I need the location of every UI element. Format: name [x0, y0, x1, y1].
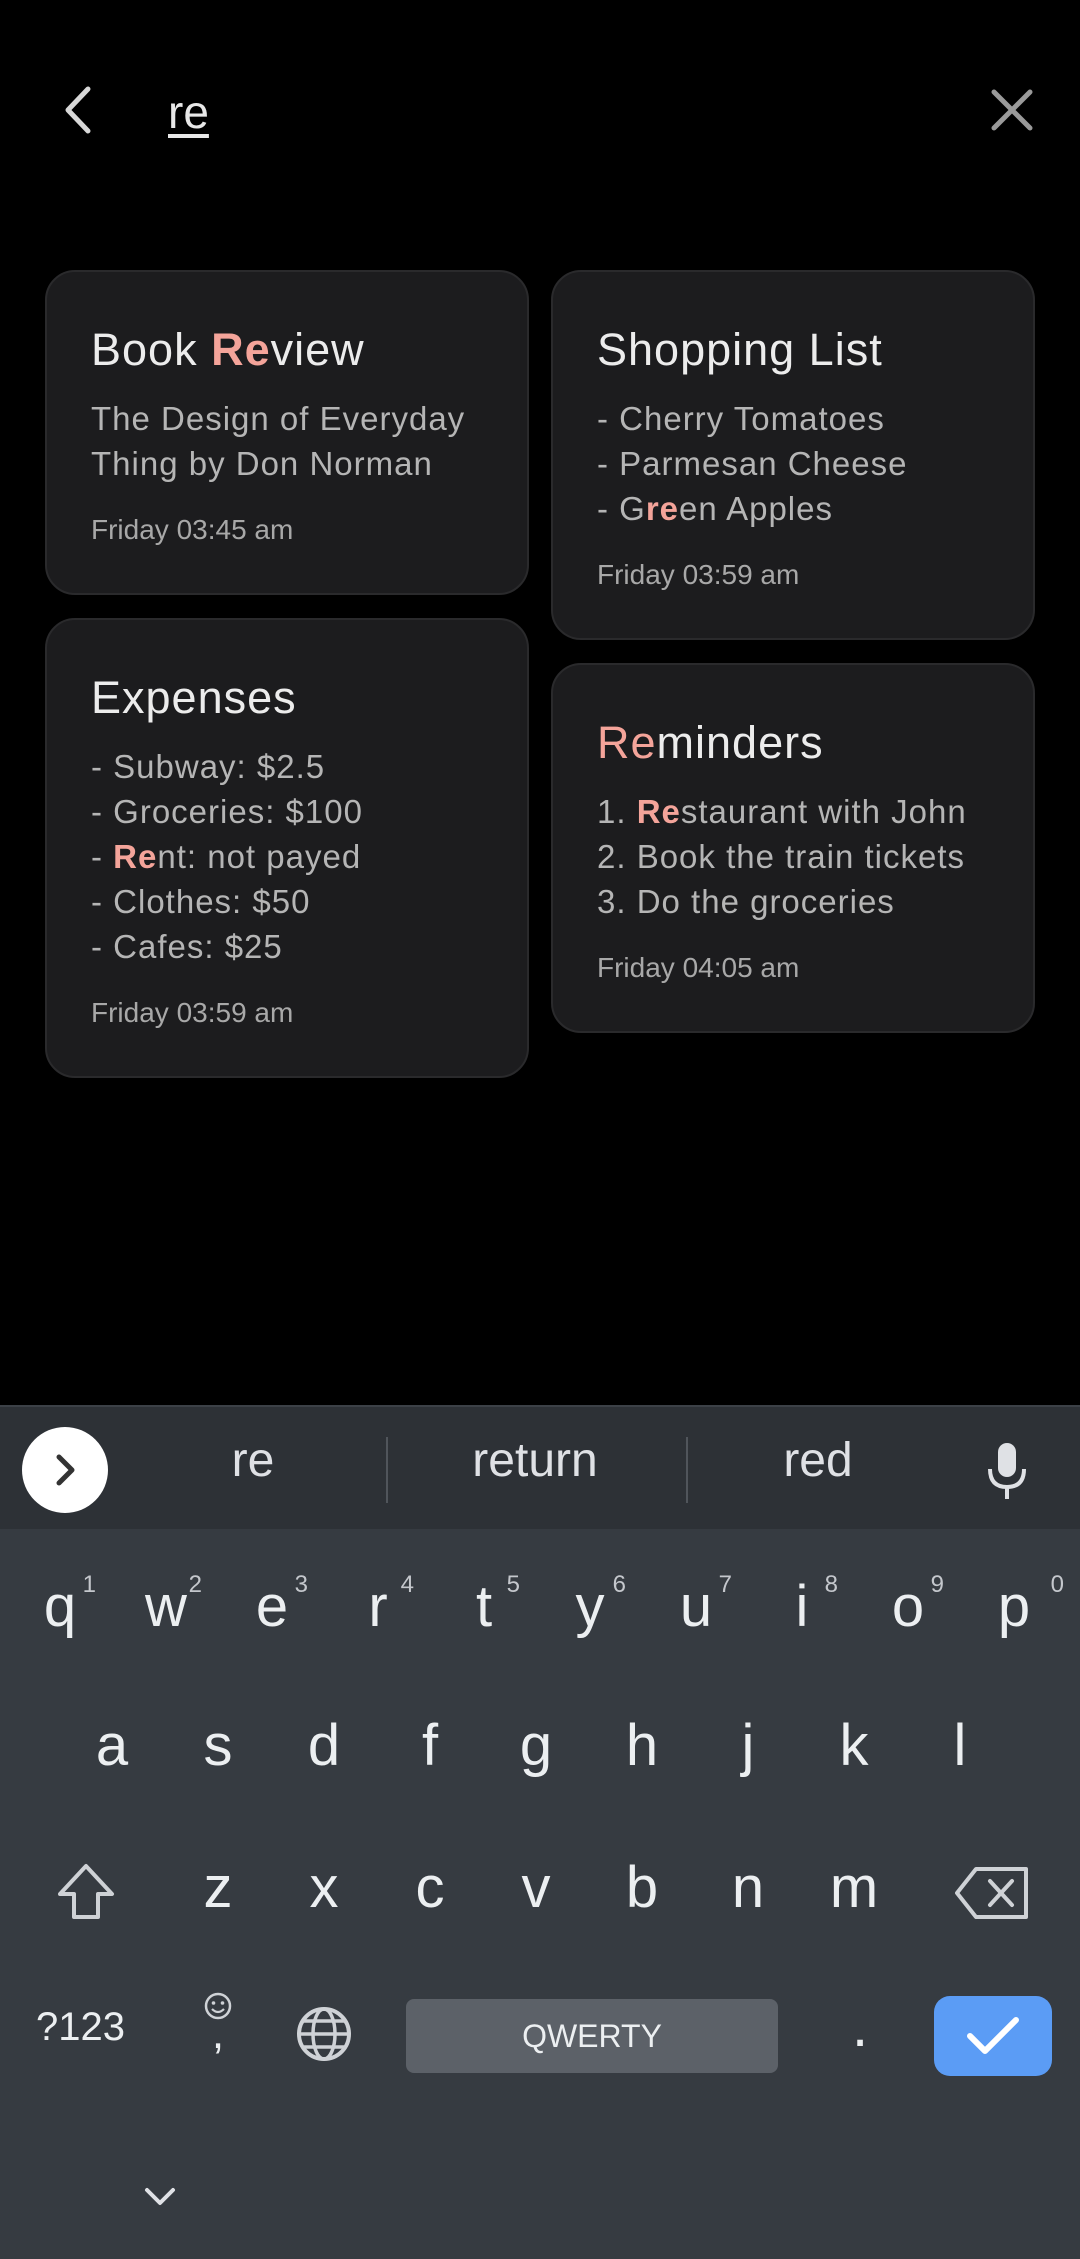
key-d[interactable]: d	[274, 1712, 374, 1779]
key-h[interactable]: h	[592, 1712, 692, 1779]
symbols-key[interactable]: ?123	[36, 2005, 125, 2050]
shift-key[interactable]	[36, 1861, 136, 1937]
key-t[interactable]: t5	[434, 1571, 534, 1640]
chevron-down-icon	[145, 2188, 175, 2205]
key-a[interactable]: a	[62, 1712, 162, 1779]
globe-icon	[297, 2007, 351, 2061]
clear-search-button[interactable]	[980, 78, 1044, 142]
note-date: Friday 04:05 am	[597, 952, 800, 983]
search-input[interactable]	[168, 80, 928, 144]
key-n[interactable]: n	[698, 1854, 798, 1921]
key-e[interactable]: e3	[222, 1571, 322, 1640]
key-z[interactable]: z	[168, 1854, 268, 1921]
note-card-reminders[interactable]: Reminders 1. Restaurant with John 2. Boo…	[551, 663, 1035, 1033]
space-key[interactable]: QWERTY	[406, 1999, 778, 2073]
key-q[interactable]: q1	[10, 1571, 110, 1640]
suggestion-toggle-button[interactable]	[22, 1427, 108, 1513]
hide-keyboard-button[interactable]	[140, 2177, 180, 2217]
key-f[interactable]: f	[380, 1712, 480, 1779]
divider	[386, 1437, 388, 1503]
key-m[interactable]: m	[804, 1854, 904, 1921]
note-date: Friday 03:59 am	[597, 559, 800, 590]
key-l[interactable]: l	[910, 1712, 1010, 1779]
suggestion-bar: re return red	[0, 1405, 1080, 1529]
backspace-key[interactable]	[942, 1865, 1042, 1935]
search-highlight: Re	[211, 324, 271, 375]
key-o[interactable]: o9	[858, 1571, 958, 1640]
note-card-book-review[interactable]: Book Review The Design of Everyday Thing…	[45, 270, 529, 595]
arrow-back-icon	[65, 86, 91, 134]
period-key[interactable]: .	[810, 1993, 910, 2060]
key-j[interactable]: j	[698, 1712, 798, 1779]
note-title: Expenses	[91, 672, 297, 723]
enter-key[interactable]	[934, 1996, 1052, 2076]
language-key[interactable]	[274, 2005, 374, 2077]
key-b[interactable]: b	[592, 1854, 692, 1921]
suggestion-re[interactable]: re	[133, 1433, 373, 1488]
key-x[interactable]: x	[274, 1854, 374, 1921]
note-body: The Design of Everyday Thing by Don Norm…	[91, 400, 466, 482]
divider	[686, 1437, 688, 1503]
note-body: 1. Restaurant with John 2. Book the trai…	[597, 793, 967, 920]
suggestion-red[interactable]: red	[698, 1433, 938, 1488]
search-highlight: re	[645, 490, 680, 527]
key-p[interactable]: p0	[964, 1571, 1064, 1640]
key-s[interactable]: s	[168, 1712, 268, 1779]
search-bar	[0, 0, 1080, 230]
shift-icon	[58, 1864, 114, 1919]
back-button[interactable]	[46, 78, 110, 142]
key-r[interactable]: r4	[328, 1571, 428, 1640]
chevron-right-icon	[56, 1454, 75, 1486]
note-title: Reminders	[597, 717, 824, 768]
key-c[interactable]: c	[380, 1854, 480, 1921]
microphone-icon	[988, 1443, 1026, 1499]
suggestion-return[interactable]: return	[415, 1433, 655, 1488]
close-icon	[991, 89, 1033, 131]
search-highlight: Re	[597, 717, 657, 768]
voice-input-button[interactable]	[985, 1441, 1029, 1506]
key-u[interactable]: u7	[646, 1571, 746, 1640]
note-title: Shopping List	[597, 324, 883, 375]
note-date: Friday 03:45 am	[91, 514, 294, 545]
key-y[interactable]: y6	[540, 1571, 640, 1640]
search-highlight: Re	[113, 838, 158, 875]
key-i[interactable]: i8	[752, 1571, 852, 1640]
search-highlight: Re	[636, 793, 681, 830]
note-card-shopping-list[interactable]: Shopping List - Cherry Tomatoes - Parmes…	[551, 270, 1035, 640]
note-body: - Cherry Tomatoes - Parmesan Cheese - Gr…	[597, 400, 908, 527]
keyboard: re return red q1 w2 e3 r4 t5 y6 u7 i8 o9…	[0, 1405, 1080, 2259]
note-body: - Subway: $2.5 - Groceries: $100 - Rent:…	[91, 748, 363, 965]
key-w[interactable]: w2	[116, 1571, 216, 1640]
note-card-expenses[interactable]: Expenses - Subway: $2.5 - Groceries: $10…	[45, 618, 529, 1078]
backspace-icon	[955, 1867, 1028, 1919]
key-v[interactable]: v	[486, 1854, 586, 1921]
check-icon	[967, 2017, 1019, 2054]
note-date: Friday 03:59 am	[91, 997, 294, 1028]
note-title: Book Review	[91, 324, 365, 375]
key-g[interactable]: g	[486, 1712, 586, 1779]
key-k[interactable]: k	[804, 1712, 904, 1779]
emoji-comma-key[interactable]: ,	[168, 1991, 268, 2088]
